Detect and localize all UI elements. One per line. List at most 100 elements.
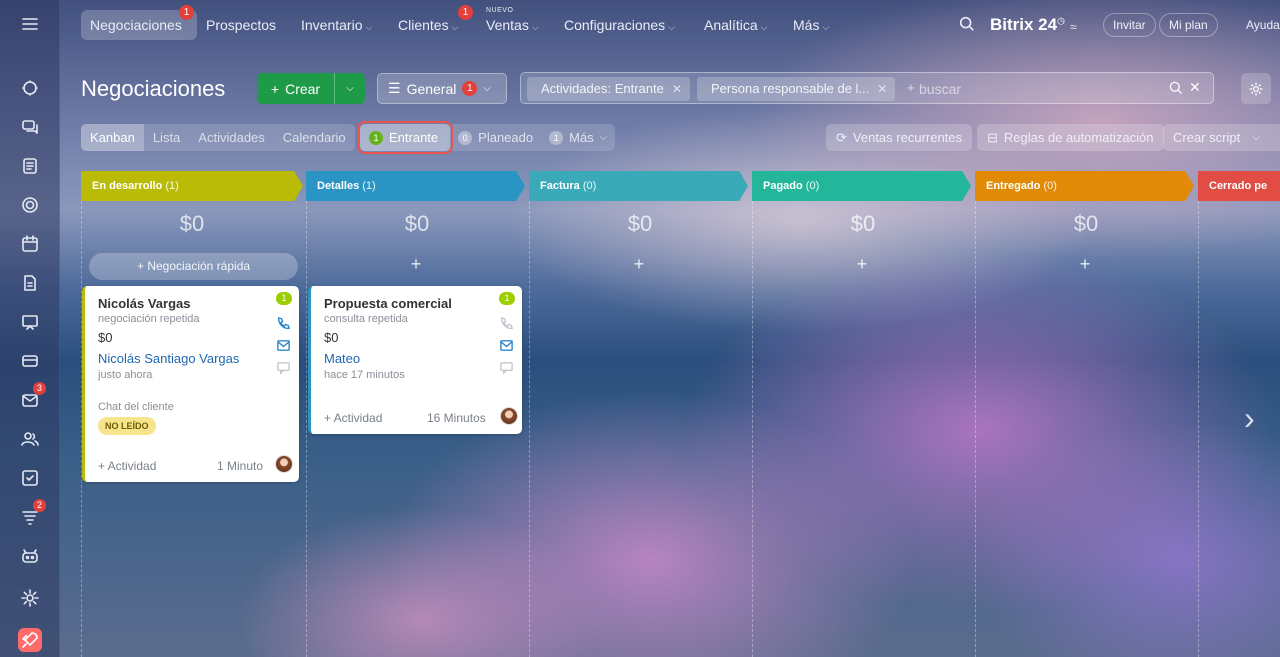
mail-badge: 3 (33, 382, 46, 395)
crear-button[interactable]: + Crear ⌵ (257, 73, 365, 104)
gear-icon[interactable] (1241, 73, 1271, 104)
search-icon[interactable] (958, 15, 976, 38)
nav-inventario[interactable]: Inventario ⌵ (301, 17, 372, 33)
add-deal-icon[interactable]: + (751, 254, 973, 275)
phone-icon[interactable] (276, 316, 291, 331)
add-deal-icon[interactable]: + (528, 254, 750, 275)
deal-card[interactable]: Propuesta comercial 1 consulta repetida … (308, 286, 522, 434)
stage-en-desarrollo[interactable]: En desarrollo (1) (81, 171, 303, 201)
column-divider (1198, 201, 1199, 657)
board-icon[interactable] (18, 310, 42, 334)
filter-chip-actividades[interactable]: Actividades: Entrante ✕ (527, 77, 690, 101)
tab-calendario[interactable]: Calendario (274, 124, 355, 151)
document-icon[interactable] (18, 271, 42, 295)
mi-plan-button[interactable]: Mi plan (1159, 13, 1218, 37)
chat-icon[interactable] (18, 115, 42, 139)
stage-name: Entregado (986, 180, 1041, 192)
tab-kanban[interactable]: Kanban (81, 124, 144, 151)
general-filter-button[interactable]: ☰ General 1 ⌵ (377, 73, 507, 104)
stage-detalles[interactable]: Detalles (1) (306, 171, 525, 201)
robot-icon[interactable] (18, 544, 42, 568)
nav-mas[interactable]: Más ⌵ (793, 17, 829, 33)
add-deal-icon[interactable]: + (974, 254, 1196, 275)
deal-card[interactable]: Nicolás Vargas 1 negociación repetida $0… (82, 286, 299, 482)
counter-mas[interactable]: 1 Más ⌵ (541, 130, 615, 145)
mas-label: Más (569, 130, 594, 145)
filter-search-box[interactable]: Actividades: Entrante ✕ Persona responsab… (520, 72, 1214, 104)
repeat-icon: ⟳ (836, 130, 847, 145)
card-icon[interactable] (18, 349, 42, 373)
menu-icon[interactable] (18, 12, 42, 36)
nav-negociaciones-badge: 1 (179, 5, 194, 20)
general-label: General (406, 80, 457, 97)
deal-contact[interactable]: Mateo (324, 351, 360, 366)
mail-icon[interactable]: 3 (18, 382, 46, 412)
add-deal-icon[interactable]: + (305, 254, 527, 275)
crear-main[interactable]: + Crear (257, 73, 335, 104)
deal-duration: 1 Minuto (217, 459, 264, 473)
brand-logo[interactable]: Bitrix 24◷ (990, 15, 1065, 35)
search-icon[interactable] (1168, 80, 1184, 101)
nav-ventas-label: Ventas (486, 17, 529, 33)
avatar[interactable] (500, 407, 518, 425)
ayuda-button[interactable]: Ayuda (1236, 13, 1280, 37)
deal-contact[interactable]: Nicolás Santiago Vargas (98, 351, 239, 366)
search-input[interactable]: buscar (919, 73, 961, 105)
invitar-button[interactable]: Invitar (1103, 13, 1156, 37)
sync-icon[interactable]: ≈ (1070, 20, 1077, 34)
ventas-recurrentes-button[interactable]: ⟳ Ventas recurrentes (826, 124, 973, 151)
phone-icon[interactable] (499, 316, 514, 331)
nav-ventas[interactable]: Ventas ⌵ (486, 17, 539, 33)
add-filter-icon[interactable]: + (907, 80, 915, 95)
counter-planeado[interactable]: 0 Planeado (450, 130, 541, 145)
tasks-icon[interactable] (18, 466, 42, 490)
chevron-down-icon[interactable]: ⌵ (335, 83, 365, 94)
target-icon[interactable] (18, 193, 42, 217)
add-activity-button[interactable]: + Actividad (98, 459, 156, 473)
funnel-icon[interactable]: 2 (18, 499, 46, 529)
stage-entregado[interactable]: Entregado (0) (975, 171, 1194, 201)
deal-amount: $0 (98, 330, 113, 345)
crear-script-label: Crear script (1173, 130, 1241, 145)
tab-actividades[interactable]: Actividades (189, 124, 273, 151)
add-activity-button[interactable]: + Actividad (324, 411, 382, 425)
deal-subtitle: consulta repetida (324, 313, 408, 325)
quick-deal-button[interactable]: + Negociación rápida (89, 253, 298, 280)
close-icon[interactable]: ✕ (877, 82, 887, 96)
stage-cerrado[interactable]: Cerrado pe (1198, 171, 1280, 201)
chevron-down-icon: ⌵ (1252, 132, 1260, 143)
contacts-icon[interactable] (18, 427, 42, 451)
nav-clientes[interactable]: Clientes ⌵ (398, 17, 458, 33)
settings-icon[interactable] (18, 586, 42, 610)
reglas-button[interactable]: ⊟ Reglas de automatización (977, 124, 1164, 151)
crear-script-button[interactable]: Crear script ⌵ (1163, 124, 1280, 151)
column-amount: $0 (179, 211, 205, 236)
deal-title[interactable]: Nicolás Vargas (98, 296, 191, 311)
nav-negociaciones[interactable]: Negociaciones (90, 17, 182, 33)
mail-icon[interactable] (499, 338, 514, 353)
scroll-right-arrow-icon[interactable]: › (1244, 400, 1255, 437)
messenger-icon[interactable] (18, 76, 42, 100)
calendar-icon[interactable] (18, 232, 42, 256)
chevron-down-icon: ⌵ (483, 83, 491, 94)
mail-icon[interactable] (276, 338, 291, 353)
crear-label: Crear (285, 80, 321, 97)
counter-entrante[interactable]: 1 Entrante (356, 121, 454, 154)
clear-icon[interactable]: ✕ (1189, 79, 1201, 96)
stage-name: Cerrado pe (1209, 180, 1268, 192)
nav-analitica[interactable]: Analítica ⌵ (704, 17, 768, 33)
chat-icon[interactable] (276, 360, 291, 375)
close-icon[interactable]: ✕ (672, 82, 682, 96)
filter-chip-responsable[interactable]: Persona responsable de l... ✕ (697, 77, 896, 101)
nav-configuraciones[interactable]: Configuraciones ⌵ (564, 17, 675, 33)
feed-icon[interactable] (18, 154, 42, 178)
deal-title[interactable]: Propuesta comercial (324, 296, 452, 311)
tab-lista[interactable]: Lista (144, 124, 189, 151)
stage-factura[interactable]: Factura (0) (529, 171, 748, 201)
chat-icon[interactable] (499, 360, 514, 375)
nav-prospectos[interactable]: Prospectos (206, 17, 276, 33)
stage-pagado[interactable]: Pagado (0) (752, 171, 971, 201)
activity-count-badge: 1 (276, 292, 292, 305)
rocket-icon[interactable] (18, 628, 42, 652)
avatar[interactable] (275, 455, 293, 473)
